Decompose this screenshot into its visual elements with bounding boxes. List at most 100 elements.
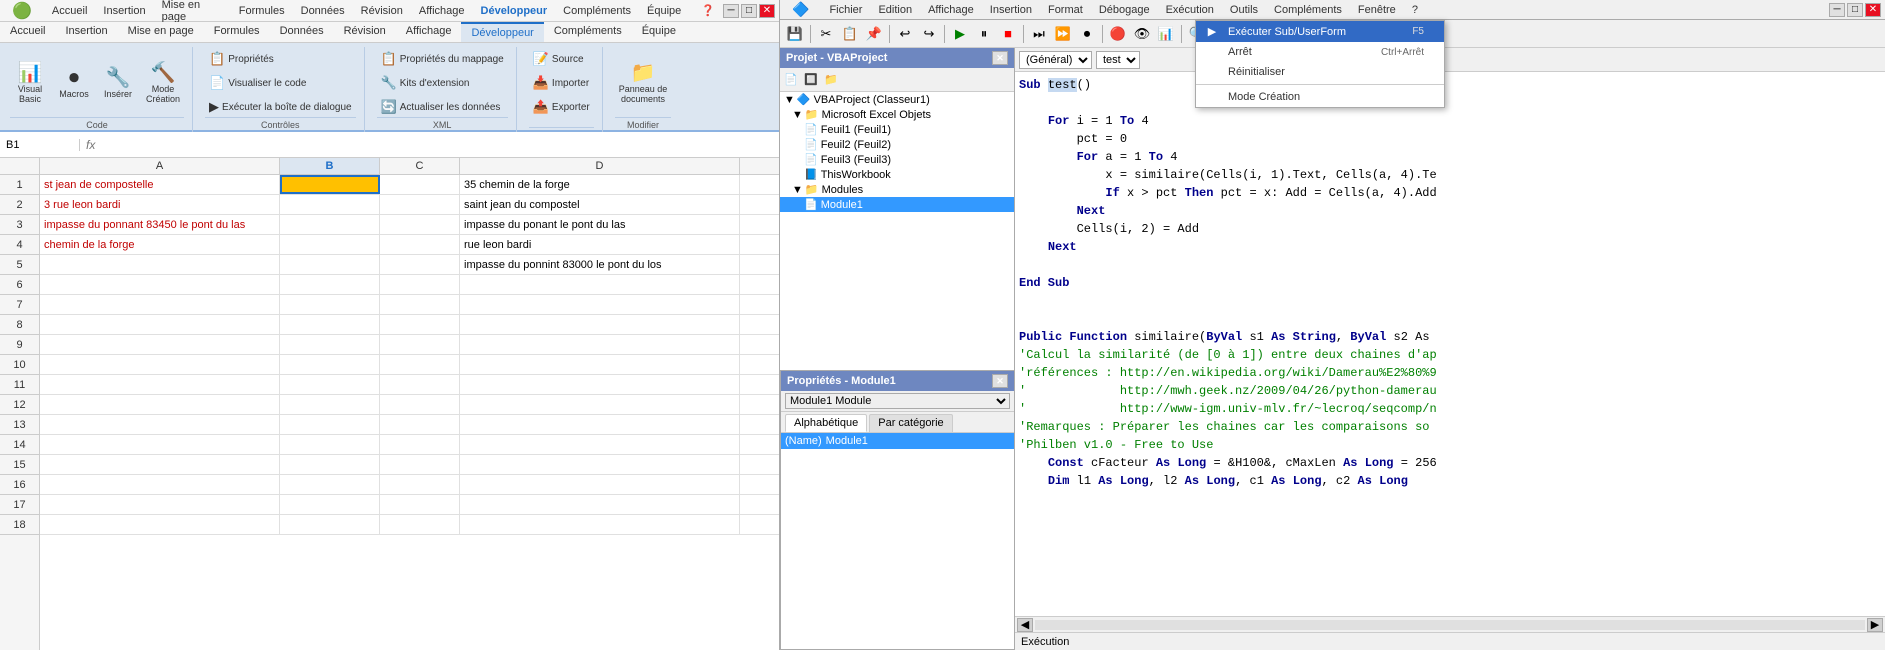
- excel-help-icon[interactable]: ❓: [693, 2, 723, 19]
- tab-mise-en-page[interactable]: Mise en page: [118, 22, 204, 42]
- cell-14-C[interactable]: [380, 435, 460, 454]
- toolbar-paste-btn[interactable]: 📌: [863, 23, 885, 45]
- cell-3-B[interactable]: [280, 215, 380, 234]
- btn-visualiser-code[interactable]: 📄 Visualiser le code: [205, 73, 310, 93]
- cell-4-B[interactable]: [280, 235, 380, 254]
- cell-12-D[interactable]: [460, 395, 740, 414]
- toolbar-stepout-btn[interactable]: ⏺: [1076, 23, 1098, 45]
- cell-6-C[interactable]: [380, 275, 460, 294]
- tab-donnees[interactable]: Données: [270, 22, 334, 42]
- cell-17-A[interactable]: [40, 495, 280, 514]
- cell-5-B[interactable]: [280, 255, 380, 274]
- cell-15-C[interactable]: [380, 455, 460, 474]
- toolbar-redo-btn[interactable]: ↪: [918, 23, 940, 45]
- toolbar-locals-btn[interactable]: 📊: [1155, 23, 1177, 45]
- toolbar-watch-btn[interactable]: 👁: [1131, 23, 1153, 45]
- cell-5-A[interactable]: [40, 255, 280, 274]
- tab-equipe[interactable]: Équipe: [632, 22, 686, 42]
- cell-8-A[interactable]: [40, 315, 280, 334]
- toolbar-stop-btn[interactable]: ■: [997, 23, 1019, 45]
- cell-11-C[interactable]: [380, 375, 460, 394]
- project-thisworkbook[interactable]: 📘 ThisWorkbook: [780, 167, 1014, 182]
- cell-16-B[interactable]: [280, 475, 380, 494]
- cell-6-A[interactable]: [40, 275, 280, 294]
- excel-menu-formules[interactable]: Formules: [231, 3, 293, 19]
- cell-15-B[interactable]: [280, 455, 380, 474]
- btn-visual-basic[interactable]: 📊 VisualBasic: [10, 61, 50, 106]
- tab-accueil[interactable]: Accueil: [0, 22, 55, 42]
- cell-7-C[interactable]: [380, 295, 460, 314]
- btn-executer-boite[interactable]: ▶ Exécuter la boîte de dialogue: [205, 97, 356, 117]
- vba-menu-fichier[interactable]: Fichier: [821, 2, 870, 18]
- cell-7-B[interactable]: [280, 295, 380, 314]
- cell-9-A[interactable]: [40, 335, 280, 354]
- toolbar-stepover-btn[interactable]: ⏩: [1052, 23, 1074, 45]
- cell-13-A[interactable]: [40, 415, 280, 434]
- cell-18-B[interactable]: [280, 515, 380, 534]
- tab-developpeur[interactable]: Développeur: [461, 22, 543, 42]
- cell-18-D[interactable]: [460, 515, 740, 534]
- cell-12-C[interactable]: [380, 395, 460, 414]
- vba-menu-affichage[interactable]: Affichage: [920, 2, 982, 18]
- vba-menu-fenetre[interactable]: Fenêtre: [1350, 2, 1404, 18]
- project-panel-close[interactable]: ✕: [992, 51, 1008, 65]
- excel-restore-btn[interactable]: □: [741, 4, 757, 18]
- vba-menu-debogage[interactable]: Débogage: [1091, 2, 1158, 18]
- project-feuil1[interactable]: 📄 Feuil1 (Feuil1): [780, 122, 1014, 137]
- cell-7-D[interactable]: [460, 295, 740, 314]
- cell-reference[interactable]: B1: [0, 139, 80, 151]
- toolbar-cut-btn[interactable]: ✂: [815, 23, 837, 45]
- cell-2-B[interactable]: [280, 195, 380, 214]
- toolbar-undo-btn[interactable]: ↩: [894, 23, 916, 45]
- cell-1-D[interactable]: 35 chemin de la forge: [460, 175, 740, 194]
- vba-menu-format[interactable]: Format: [1040, 2, 1091, 18]
- vba-close-btn[interactable]: ✕: [1865, 3, 1881, 17]
- cell-5-D[interactable]: impasse du ponnint 83000 le pont du los: [460, 255, 740, 274]
- cell-17-D[interactable]: [460, 495, 740, 514]
- cell-16-A[interactable]: [40, 475, 280, 494]
- project-modules-group[interactable]: ▼ 📁 Modules: [780, 182, 1014, 197]
- cell-10-D[interactable]: [460, 355, 740, 374]
- cell-3-A[interactable]: impasse du ponnant 83450 le pont du las: [40, 215, 280, 234]
- cell-2-A[interactable]: 3 rue leon bardi: [40, 195, 280, 214]
- vba-minimize-btn[interactable]: ─: [1829, 3, 1845, 17]
- excel-menu-donnees[interactable]: Données: [293, 3, 353, 19]
- col-header-a[interactable]: A: [40, 158, 280, 174]
- scroll-right-btn[interactable]: ▶: [1867, 618, 1883, 632]
- tab-par-categorie[interactable]: Par catégorie: [869, 414, 952, 432]
- cell-14-D[interactable]: [460, 435, 740, 454]
- btn-macros[interactable]: ⏺ Macros: [54, 66, 94, 101]
- cell-2-D[interactable]: saint jean du compostel: [460, 195, 740, 214]
- cell-1-B[interactable]: [280, 175, 380, 194]
- cell-9-B[interactable]: [280, 335, 380, 354]
- vba-menu-execution[interactable]: Exécution: [1158, 2, 1222, 18]
- cell-11-B[interactable]: [280, 375, 380, 394]
- btn-kits-extension[interactable]: 🔧 Kits d'extension: [377, 73, 474, 93]
- project-feuil2[interactable]: 📄 Feuil2 (Feuil2): [780, 137, 1014, 152]
- btn-actualiser-donnees[interactable]: 🔄 Actualiser les données: [377, 97, 505, 117]
- toolbar-step-btn[interactable]: ⏭: [1028, 23, 1050, 45]
- project-toggle-folders-btn[interactable]: 📁: [822, 71, 840, 89]
- scroll-track[interactable]: [1035, 620, 1865, 630]
- scroll-left-btn[interactable]: ◀: [1017, 618, 1033, 632]
- vba-menu-outils[interactable]: Outils: [1222, 2, 1266, 18]
- btn-proprietes[interactable]: 📋 Propriétés: [205, 49, 278, 69]
- menu-mode-creation[interactable]: Mode Création: [1196, 87, 1444, 107]
- btn-panneau-documents[interactable]: 📁 Panneau dedocuments: [615, 61, 672, 106]
- project-view-code-btn[interactable]: 📄: [782, 71, 800, 89]
- cell-12-A[interactable]: [40, 395, 280, 414]
- cell-9-D[interactable]: [460, 335, 740, 354]
- cell-12-B[interactable]: [280, 395, 380, 414]
- tab-complements[interactable]: Compléments: [544, 22, 632, 42]
- cell-14-B[interactable]: [280, 435, 380, 454]
- excel-menu-equipe[interactable]: Équipe: [639, 3, 689, 19]
- cell-16-C[interactable]: [380, 475, 460, 494]
- toolbar-copy-btn[interactable]: 📋: [839, 23, 861, 45]
- cell-8-D[interactable]: [460, 315, 740, 334]
- vba-menu-insertion[interactable]: Insertion: [982, 2, 1040, 18]
- excel-minimize-btn[interactable]: ─: [723, 4, 739, 18]
- tab-formules[interactable]: Formules: [204, 22, 270, 42]
- cell-15-D[interactable]: [460, 455, 740, 474]
- toolbar-save-btn[interactable]: 💾: [784, 23, 806, 45]
- vba-restore-btn[interactable]: □: [1847, 3, 1863, 17]
